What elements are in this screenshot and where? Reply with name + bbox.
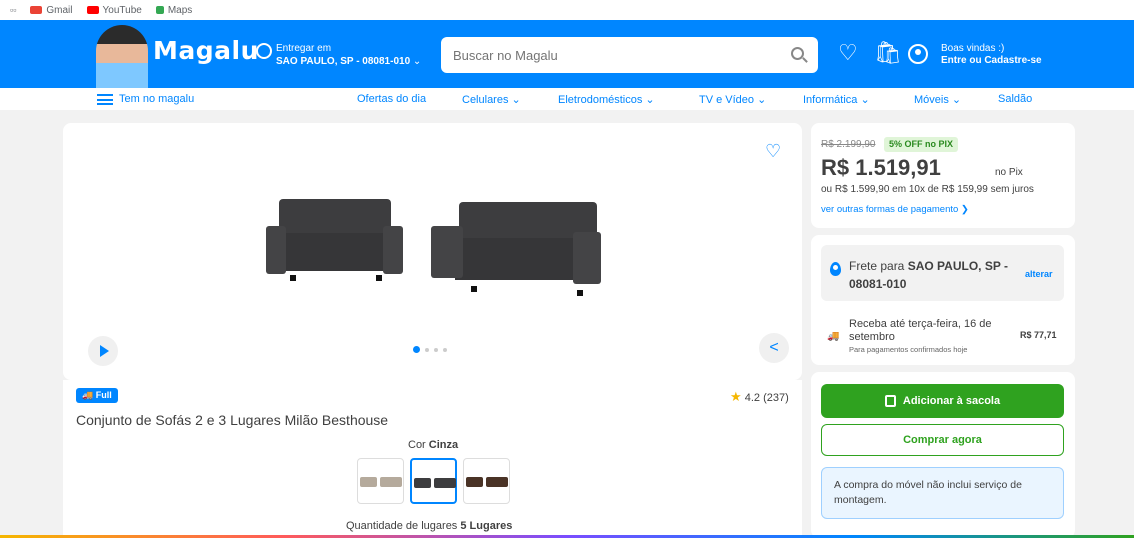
nav-item-tv-video[interactable]: TV e Vídeo ⌄	[699, 93, 766, 106]
installments-text: ou R$ 1.599,90 em 10x de R$ 159,99 sem j…	[821, 184, 1034, 195]
maps-icon	[155, 6, 164, 14]
buy-now-button[interactable]: Comprar agora	[821, 424, 1064, 456]
location-pin-icon[interactable]	[256, 43, 272, 59]
delivery-estimate: Receba até terça-feira, 16 de setembro	[849, 318, 992, 343]
location-pin-icon	[830, 262, 841, 276]
welcome-text: Boas vindas :)	[941, 43, 1005, 54]
category-nav: Tem no magalu Ofertas do dia Celulares ⌄…	[0, 88, 1134, 110]
product-rating[interactable]: ★ 4.2 (237)	[730, 389, 789, 405]
old-price: R$ 2.199,90	[821, 139, 876, 150]
bookmark-youtube[interactable]: YouTube	[86, 5, 142, 16]
apps-icon[interactable]: ▫▫	[10, 5, 16, 15]
gallery-dot-1[interactable]	[413, 346, 420, 353]
full-badge: 🚚 Full	[76, 388, 118, 403]
deliver-title: Entregar em	[276, 43, 332, 54]
magalu-logo[interactable]: Magalu	[153, 36, 259, 65]
bookmark-gmail[interactable]: Gmail	[30, 5, 73, 16]
nav-item-saldao[interactable]: Saldão	[998, 93, 1032, 105]
gallery-dot-3[interactable]	[434, 347, 438, 352]
deliver-location: SAO PAULO, SP - 08081-010	[276, 56, 411, 67]
deliver-to-selector[interactable]: Entregar em SAO PAULO, SP - 08081-010 ⌄	[276, 42, 421, 68]
nav-item-celulares[interactable]: Celulares ⌄	[462, 93, 521, 106]
site-header: Magalu Entregar em SAO PAULO, SP - 08081…	[0, 20, 1134, 88]
gallery-dot-2[interactable]	[425, 347, 429, 352]
star-icon: ★	[730, 389, 742, 404]
search-bar	[441, 37, 818, 73]
current-price: R$ 1.519,91	[821, 155, 941, 180]
seats-quantity: Quantidade de lugares 5 Lugares	[346, 520, 513, 532]
other-payments-link[interactable]: ver outras formas de pagamento ❯	[821, 204, 969, 215]
search-input[interactable]	[441, 37, 761, 73]
gmail-icon	[30, 6, 43, 14]
account-login-link[interactable]: Boas vindas :) Entre ou Cadastre-se	[941, 43, 1042, 67]
assembly-notice: A compra do móvel não inclui serviço de …	[821, 467, 1064, 519]
favorite-heart-icon[interactable]: ♡	[765, 141, 785, 161]
nav-item-moveis[interactable]: Móveis ⌄	[914, 93, 961, 106]
wishlist-heart-icon[interactable]: ♡	[838, 41, 858, 65]
share-button[interactable]: <	[759, 333, 789, 363]
discount-badge: 5% OFF no PIX	[884, 137, 959, 152]
mascot-avatar	[96, 25, 148, 88]
product-image-sofa-2-seater	[266, 199, 403, 285]
truck-icon: 🚚	[827, 331, 840, 342]
truck-icon: 🚚	[82, 390, 96, 400]
user-icon[interactable]	[908, 44, 928, 64]
nav-item-eletrodomesticos[interactable]: Eletrodomésticos ⌄	[558, 93, 655, 106]
play-video-button[interactable]	[88, 336, 118, 366]
color-option-cinza[interactable]	[410, 458, 457, 504]
bookmark-maps[interactable]: Maps	[155, 5, 192, 16]
shipping-price: R$ 77,71	[1020, 330, 1057, 340]
gallery-pagination	[413, 346, 447, 353]
shipping-destination: Frete para SAO PAULO, SP - 08081-010	[849, 259, 1008, 291]
delivery-note: Para pagamentos confirmados hoje	[849, 345, 968, 354]
youtube-icon	[86, 6, 99, 14]
product-image-sofa-3-seater	[431, 202, 601, 299]
color-value: Cinza	[428, 439, 459, 451]
bag-icon	[884, 395, 896, 407]
share-icon: <	[769, 339, 779, 356]
menu-icon[interactable]	[97, 94, 113, 105]
gallery-dot-4[interactable]	[443, 347, 447, 352]
login-signup-text: Entre ou Cadastre-se	[941, 55, 1042, 66]
add-to-bag-button[interactable]: Adicionar à sacola	[821, 384, 1064, 418]
nav-menu-label[interactable]: Tem no magalu	[119, 93, 194, 105]
color-option-marrom[interactable]	[463, 458, 510, 504]
nav-item-ofertas[interactable]: Ofertas do dia	[357, 93, 426, 105]
product-title: Conjunto de Sofás 2 e 3 Lugares Milão Be…	[76, 412, 389, 428]
bookmarks-bar: ▫▫ Gmail YouTube Maps	[0, 0, 1134, 20]
pix-label: no Pix	[995, 167, 1023, 178]
seats-value: 5 Lugares	[460, 520, 513, 532]
nav-item-informatica[interactable]: Informática ⌄	[803, 93, 870, 106]
shopping-bag-icon[interactable]: 🛍	[874, 41, 902, 65]
search-icon[interactable]	[791, 47, 804, 60]
color-option-bege[interactable]	[357, 458, 404, 504]
chevron-down-icon: ⌄	[412, 56, 422, 67]
color-label: Cor Cinza	[408, 439, 459, 451]
change-location-link[interactable]: alterar	[1025, 269, 1053, 279]
